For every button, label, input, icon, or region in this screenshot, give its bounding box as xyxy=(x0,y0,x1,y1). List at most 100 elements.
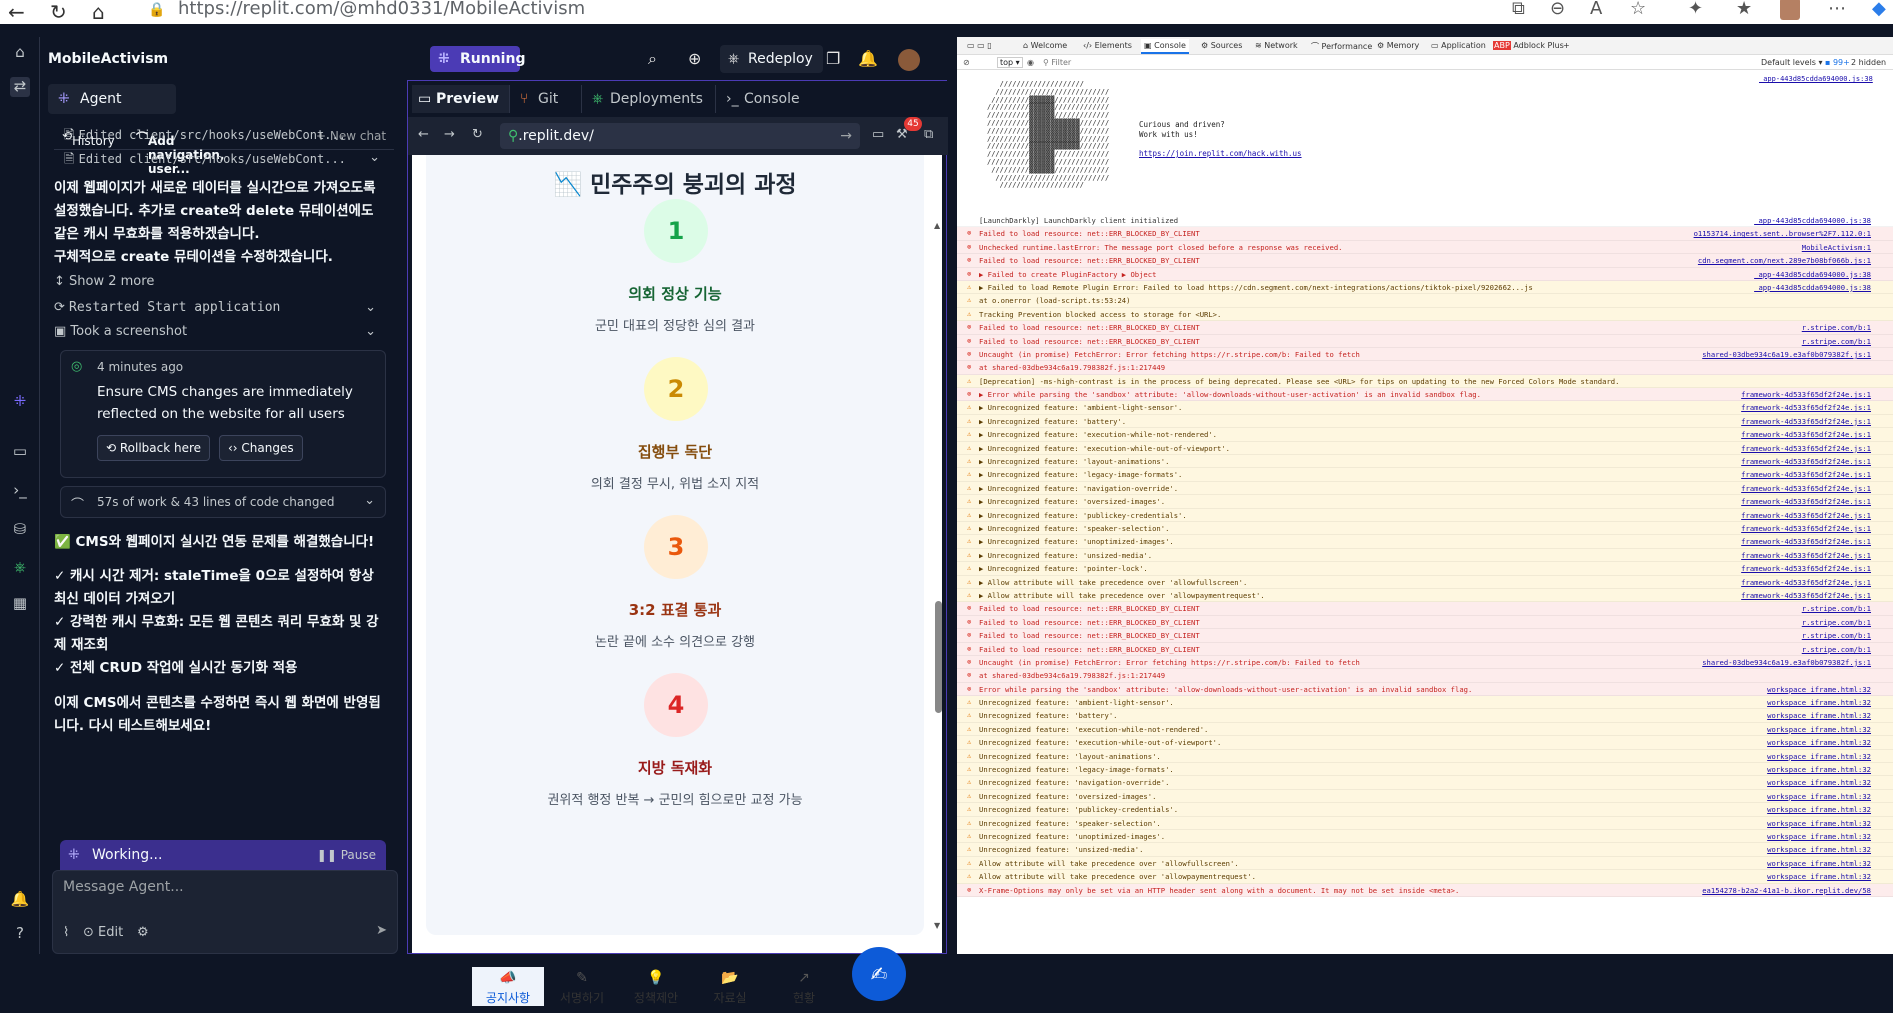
add-tab-icon[interactable]: + xyxy=(1563,41,1570,50)
log-source-link[interactable]: shared-03dbe934c6a19.e3af0b079382f.js:1 xyxy=(1702,348,1871,360)
database-icon[interactable]: ⛁ xyxy=(10,520,30,540)
work-summary[interactable]: ⌒ 57s of work & 43 lines of code changed… xyxy=(60,486,386,518)
shell-icon[interactable]: ›_ xyxy=(10,481,30,501)
site-info-icon[interactable]: 🔒 xyxy=(148,2,165,18)
log-source-link[interactable]: framework-4d533f65df2f24e.js:1 xyxy=(1741,589,1871,601)
console-log-entry[interactable]: ⚠ ▶ Unrecognized feature: 'execution-whil… xyxy=(957,441,1893,456)
device-toggle-icon[interactable]: ▭ ▭ ▯ xyxy=(967,41,992,50)
console-log-entry[interactable]: ⚠ ▶ Allow attribute will take precedence … xyxy=(957,575,1893,589)
home-icon[interactable]: ⌂ xyxy=(92,0,105,24)
log-source-link[interactable]: shared-03dbe934c6a19.e3af0b079382f.js:1 xyxy=(1702,656,1871,668)
console-log-entry[interactable]: ⚠ ▶ Unrecognized feature: 'legacy-image-f… xyxy=(957,468,1893,482)
log-source-link[interactable]: framework-4d533f65df2f24e.js:1 xyxy=(1741,509,1871,521)
extensions-icon[interactable]: ✦ xyxy=(1688,0,1703,19)
console-log-entry[interactable]: ⊗ Failed to load resource: net::ERR_BLOCK… xyxy=(957,334,1893,348)
scrollbar-thumb[interactable] xyxy=(935,601,942,713)
console-log-entry[interactable]: ⊗ Failed to load resource: net::ERR_BLOCK… xyxy=(957,602,1893,616)
copy-icon[interactable]: ❐ xyxy=(826,49,840,68)
feed-item-edited[interactable]: 🗎 Edited client/src/hooks/useWebCont... ⌄ xyxy=(64,150,384,172)
console-log-entry[interactable]: ⚠ ▶ Unrecognized feature: 'layout-animati… xyxy=(957,455,1893,469)
console-log-entry[interactable]: ⚠ ▶ Allow attribute will take precedence … xyxy=(957,588,1893,603)
console-log-entry[interactable]: ⚠ ▶ Unrecognized feature: 'navigation-ove… xyxy=(957,481,1893,496)
console-log-entry[interactable]: ⚠ Unrecognized feature: 'layout-animation… xyxy=(957,749,1893,764)
console-log-entry[interactable]: ⚠ ▶ Unrecognized feature: 'battery'. frame… xyxy=(957,414,1893,429)
log-source-link[interactable]: workspace_iframe.html:32 xyxy=(1767,696,1871,708)
levels-select[interactable]: Default levels ▾ xyxy=(1761,58,1823,67)
profile-avatar[interactable] xyxy=(1780,0,1800,20)
tab-performance[interactable]: ⌒ Performance xyxy=(1311,41,1372,52)
console-log-entry[interactable]: ⚠ Allow attribute will take precedence ov… xyxy=(957,870,1893,884)
console-log-entry[interactable]: ⊗ at shared-03dbe934c6a19.798382f.js:1:2… xyxy=(957,361,1893,375)
console-log-entry[interactable]: ⚠ Unrecognized feature: 'legacy-image-for… xyxy=(957,763,1893,777)
feed-item-edited[interactable]: 🗎 Edited client/src/hooks/useWebCont... xyxy=(64,126,384,146)
console-log-entry[interactable]: ⊗ Unchecked runtime.lastError: The messag… xyxy=(957,240,1893,255)
filter-input[interactable]: ⚲ Filter xyxy=(1043,58,1071,67)
log-source-link[interactable]: framework-4d533f65df2f24e.js:1 xyxy=(1741,482,1871,494)
log-source-link[interactable]: cdn.segment.com/next.289e7b08bf066b.js:1 xyxy=(1698,254,1871,266)
log-source-link[interactable]: r.stripe.com/b:1 xyxy=(1802,335,1871,347)
log-source-link[interactable]: workspace_iframe.html:32 xyxy=(1767,736,1871,748)
preview-icon[interactable]: ▭ xyxy=(10,442,30,462)
tab-deployments[interactable]: ⎈ Deployments xyxy=(586,85,716,113)
console-log-entry[interactable]: ⚠ Unrecognized feature: 'execution-while-… xyxy=(957,722,1893,737)
message-input[interactable]: Message Agent... xyxy=(63,879,184,895)
log-source-link[interactable]: framework-4d533f65df2f24e.js:1 xyxy=(1741,388,1871,400)
nav-policy[interactable]: 💡 정책제안 xyxy=(620,967,692,1006)
tab-network[interactable]: ≋ Network xyxy=(1255,41,1298,50)
console-log-entry[interactable]: ⚠ Unrecognized feature: 'unoptimized-imag… xyxy=(957,829,1893,844)
tab-preview[interactable]: ▭ Preview xyxy=(412,85,510,113)
edit-button[interactable]: ⊙ Edit xyxy=(83,925,123,940)
settings-sliders-icon[interactable]: ⚙ xyxy=(137,925,149,940)
log-source-link[interactable]: workspace_iframe.html:32 xyxy=(1767,817,1871,829)
console-log-entry[interactable]: ⚠ Unrecognized feature: 'ambient-light-se… xyxy=(957,696,1893,710)
back-icon[interactable]: ← xyxy=(8,0,25,24)
log-source-link[interactable]: workspace_iframe.html:32 xyxy=(1767,723,1871,735)
log-source-link[interactable]: framework-4d533f65df2f24e.js:1 xyxy=(1741,428,1871,440)
tab-adblock-plus[interactable]: ABP Adblock Plus xyxy=(1493,41,1564,50)
log-source-link[interactable]: workspace_iframe.html:32 xyxy=(1767,750,1871,762)
console-log-entry[interactable]: ⚠ ▶ Unrecognized feature: 'pointer-lock'.… xyxy=(957,562,1893,576)
console-log-entry[interactable]: ⚠ ▶ Unrecognized feature: 'oversized-imag… xyxy=(957,495,1893,509)
log-source-link[interactable]: framework-4d533f65df2f24e.js:1 xyxy=(1741,468,1871,480)
feed-item-screenshot[interactable]: ▣ Took a screenshot ⌄ xyxy=(54,324,376,339)
log-source-link[interactable]: workspace_iframe.html:32 xyxy=(1767,857,1871,869)
log-source-link[interactable]: r.stripe.com/b:1 xyxy=(1802,321,1871,333)
console-log-entry[interactable]: ⊗ Uncaught (in promise) FetchError: Error… xyxy=(957,347,1893,362)
console-log-entry[interactable]: ⚠ [Deprecation] -ms-high-contrast is in t… xyxy=(957,374,1893,389)
changes-button[interactable]: ‹› Changes xyxy=(219,435,303,461)
run-button[interactable]: ⁜ Running xyxy=(430,46,525,72)
log-source-link[interactable]: r.stripe.com/b:1 xyxy=(1802,602,1871,614)
tab-memory[interactable]: ⚙ Memory xyxy=(1377,41,1419,50)
console-log-entry[interactable]: ⚠ Unrecognized feature: 'navigation-overr… xyxy=(957,776,1893,790)
chevron-down-icon[interactable]: ⌄ xyxy=(365,324,376,339)
console-log-entry[interactable]: ⊗ X-Frame-Options may only be set via an … xyxy=(957,883,1893,897)
send-icon[interactable]: ➤ xyxy=(376,923,387,938)
console-log-entry[interactable]: ⚠ ▶ Unrecognized feature: 'publickey-cred… xyxy=(957,508,1893,522)
workspace-icon[interactable]: ⇄ xyxy=(10,77,30,97)
search-icon[interactable]: ⌕ xyxy=(648,49,657,69)
redeploy-button[interactable]: ⎈ Redeploy xyxy=(720,45,823,73)
console-log-entry[interactable]: ⚠ Allow attribute will take precedence ov… xyxy=(957,856,1893,871)
repl-name[interactable]: MobileActivism xyxy=(48,51,168,67)
log-source-link[interactable]: workspace_iframe.html:32 xyxy=(1767,709,1871,721)
home-icon[interactable]: ⌂ xyxy=(10,43,30,63)
log-source-link[interactable]: workspace_iframe.html:32 xyxy=(1767,830,1871,842)
console-log-entry[interactable]: ⚠ Unrecognized feature: 'oversized-images… xyxy=(957,789,1893,804)
console-log-entry[interactable]: ⊗ Uncaught (in promise) FetchError: Error… xyxy=(957,655,1893,670)
open-new-tab-icon[interactable]: ⧉ xyxy=(924,127,933,142)
forward-icon[interactable]: → xyxy=(444,127,455,142)
tab-console[interactable]: ▣ Console xyxy=(1141,39,1189,54)
log-source-link[interactable]: workspace_iframe.html:32 xyxy=(1767,803,1871,815)
notifications-icon[interactable]: 🔔 xyxy=(10,890,30,910)
console-log-entry[interactable]: ⊗ Failed to load resource: net::ERR_BLOCK… xyxy=(957,629,1893,643)
tab-application[interactable]: ▭ Application xyxy=(1431,41,1486,50)
console-log-entry[interactable]: ⚠ at o.onerror (load-script.ts:53:24) xyxy=(957,294,1893,308)
console-log-entry[interactable]: ⊗ at shared-03dbe934c6a19.798382f.js:1:2… xyxy=(957,669,1893,683)
all-tools-icon[interactable]: ▦ xyxy=(10,594,30,614)
log-source-link[interactable]: o1153714.ingest.sent..browser%2F7.112.0:… xyxy=(1694,227,1871,239)
invite-icon[interactable]: ⊕ xyxy=(688,49,701,68)
scrollbar[interactable]: ▲ ▼ xyxy=(934,221,942,941)
back-icon[interactable]: ← xyxy=(418,127,429,142)
nav-status[interactable]: ↗ 현황 xyxy=(768,967,840,1006)
console-log-entry[interactable]: ⊗ ▶ Failed to create PluginFactory ▶ Obje… xyxy=(957,267,1893,281)
